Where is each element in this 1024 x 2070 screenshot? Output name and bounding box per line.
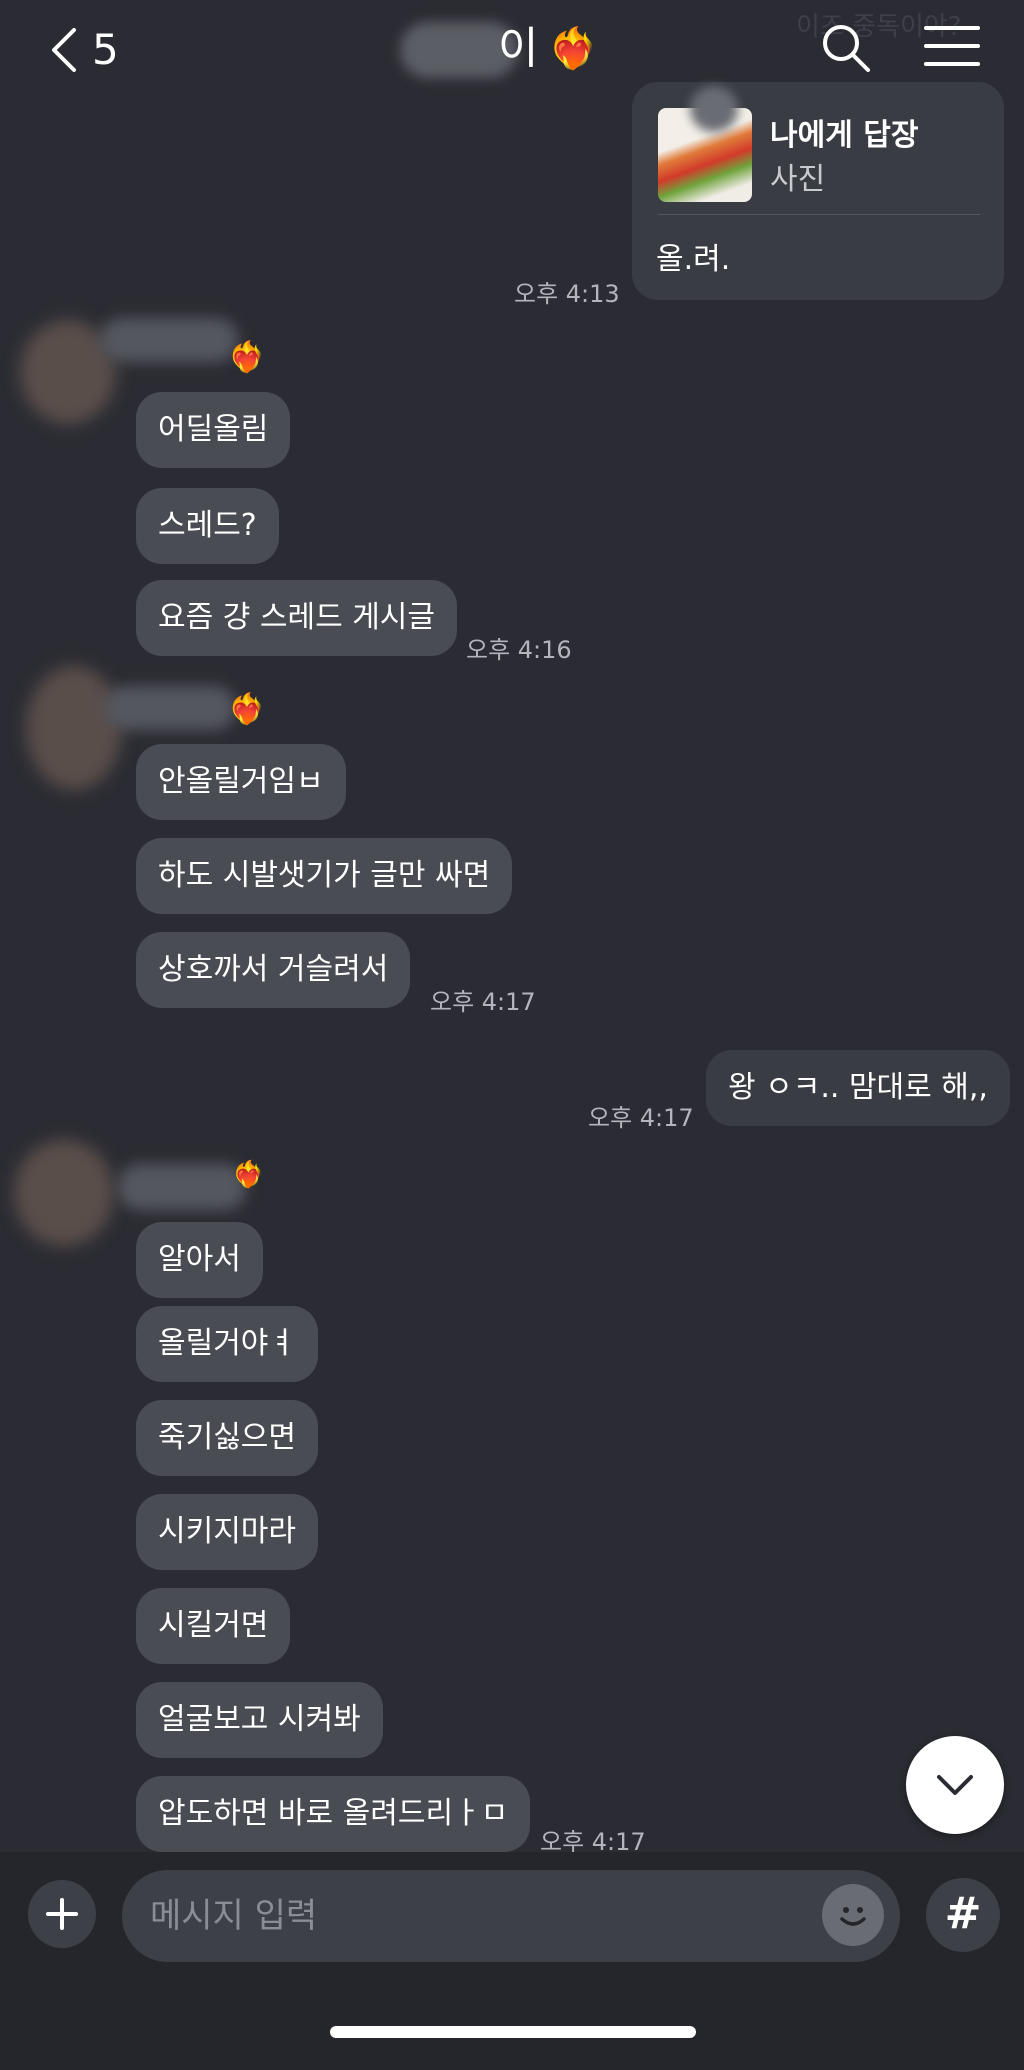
message-time: 오후 4:17 [430, 988, 536, 1016]
message-bubble[interactable]: 어딜올림 [136, 392, 291, 468]
heart-on-fire-icon: ❤️‍🔥 [228, 692, 266, 727]
home-indicator [330, 2026, 696, 2038]
reply-title: 나에게 답장 [770, 118, 919, 153]
message-input-bar: # [0, 1852, 1024, 2070]
message-bubble[interactable]: 시킬거면 [136, 1588, 291, 1664]
hash-icon: # [944, 1888, 982, 1939]
message-bubble[interactable]: 안올릴거임ㅂ [136, 744, 346, 820]
sender-avatar[interactable] [26, 666, 122, 790]
message-bubble[interactable]: 압도하면 바로 올려드리ㅏㅁ [136, 1776, 531, 1852]
my-reply-bubble[interactable]: 나에게 답장 사진 올.려. [632, 82, 1004, 300]
chevron-down-icon [937, 1775, 973, 1795]
attach-button[interactable] [28, 1880, 96, 1948]
message-bubble[interactable]: 알아서 [136, 1222, 263, 1298]
reply-message-text: 올.려. [656, 242, 731, 277]
heart-on-fire-icon: ❤️‍🔥 [228, 340, 266, 375]
sender-name [118, 1164, 246, 1210]
message-bubble[interactable]: 얼굴보고 시켜봐 [136, 1682, 383, 1758]
sender-name [100, 318, 238, 362]
my-message-bubble[interactable]: 왕 ㅇㅋ.. 맘대로 해,, [706, 1050, 1010, 1126]
heart-on-fire-icon: ❤️‍🔥 [232, 1160, 265, 1190]
message-bubble[interactable]: 죽기싫으면 [136, 1400, 318, 1476]
scroll-to-bottom-button[interactable] [906, 1736, 1004, 1834]
message-bubble[interactable]: 요즘 걍 스레드 게시글 [136, 580, 458, 656]
message-time: 오후 4:13 [514, 280, 620, 308]
reply-subtitle: 사진 [770, 162, 826, 197]
message-bubble[interactable]: 시키지마라 [136, 1494, 318, 1570]
blurred-avatar [690, 86, 738, 132]
sender-avatar[interactable] [14, 1140, 114, 1246]
smiley-icon [840, 1907, 866, 1926]
sender-name [104, 686, 236, 730]
message-input[interactable] [122, 1870, 900, 1962]
plus-icon [46, 1898, 78, 1930]
message-bubble[interactable]: 하도 시발샛기가 글만 싸면 [136, 838, 513, 914]
emoji-button[interactable] [822, 1884, 884, 1946]
message-bubble[interactable]: 올릴거야ㅕ [136, 1306, 318, 1382]
hashtag-button[interactable]: # [926, 1878, 1000, 1952]
chat-messages[interactable]: 나에게 답장 사진 올.려. 오후 4:13 ❤️‍🔥 어딜올림 스레드? 요즘… [0, 0, 1024, 1856]
message-time: 오후 4:17 [588, 1104, 694, 1132]
message-bubble[interactable]: 스레드? [136, 488, 279, 564]
reply-divider [658, 214, 980, 215]
message-bubble[interactable]: 상호까서 거슬려서 [136, 932, 411, 1008]
message-time: 오후 4:16 [466, 636, 572, 664]
